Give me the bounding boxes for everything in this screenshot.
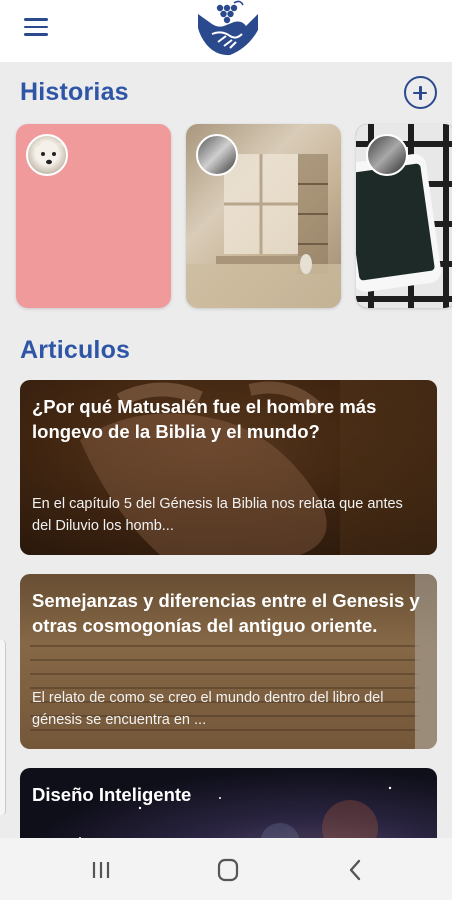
back-icon[interactable] — [340, 856, 370, 884]
article-excerpt: El relato de como se creo el mundo dentr… — [32, 690, 384, 728]
dog-face-icon — [32, 142, 66, 165]
article-title: Semejanzas y diferencias entre el Genesi… — [32, 590, 420, 636]
article-title: Diseño Inteligente — [32, 784, 192, 805]
recent-apps-icon[interactable] — [86, 856, 116, 884]
story-card-2[interactable] — [186, 124, 341, 308]
top-app-bar — [0, 0, 452, 62]
articles-section-title: Articulos — [20, 336, 131, 364]
system-navigation-bar — [0, 838, 452, 900]
dog-avatar — [26, 134, 68, 176]
hamburger-menu-icon[interactable] — [24, 17, 48, 37]
article-title: ¿Por qué Matusalén fue el hombre más lon… — [32, 396, 377, 442]
story-card-1[interactable] — [16, 124, 171, 308]
people-avatar — [196, 134, 238, 176]
app-logo — [198, 0, 258, 56]
edge-panel-handle[interactable] — [0, 640, 6, 815]
people-avatar — [366, 134, 408, 176]
article-card-2[interactable]: Semejanzas y diferencias entre el Genesi… — [20, 574, 437, 749]
stories-section-title: Historias — [20, 78, 129, 106]
home-icon[interactable] — [213, 856, 243, 884]
plus-circle-icon[interactable] — [404, 76, 437, 109]
article-excerpt: En el capítulo 5 del Génesis la Biblia n… — [32, 496, 403, 534]
story-card-3[interactable] — [356, 124, 452, 308]
article-card-1[interactable]: ¿Por qué Matusalén fue el hombre más lon… — [20, 380, 437, 555]
